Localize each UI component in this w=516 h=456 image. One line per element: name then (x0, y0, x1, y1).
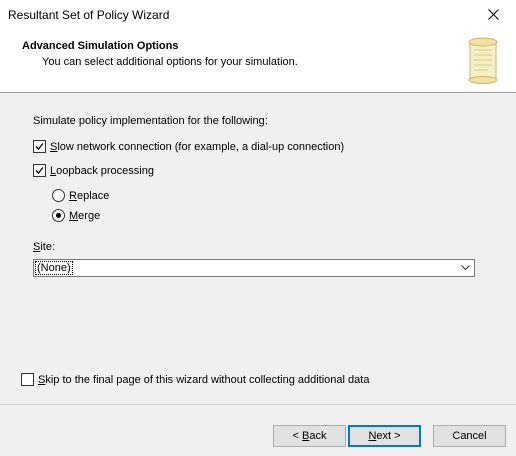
header-title: Advanced Simulation Options (22, 40, 179, 52)
skip-label: Skip to the final page of this wizard wi… (38, 373, 370, 386)
back-accel: B (302, 430, 310, 442)
site-select[interactable]: (None) (33, 259, 475, 277)
back-prefix: < (292, 430, 302, 442)
next-rest: ext > (376, 430, 401, 442)
slow-network-checkbox[interactable]: Slow network connection (for example, a … (33, 140, 344, 153)
back-button[interactable]: < Back (273, 425, 346, 447)
replace-radio[interactable]: Replace (52, 189, 109, 202)
merge-label: Merge (69, 209, 101, 222)
slow-network-box[interactable] (33, 140, 46, 153)
options-intro-text: Simulate policy implementation for the f… (33, 115, 268, 127)
loopback-checkbox[interactable]: Loopback processing (33, 164, 154, 177)
scroll-icon (468, 37, 498, 84)
header-subtitle: You can select additional options for yo… (42, 56, 298, 68)
replace-radio-circle[interactable] (52, 189, 65, 202)
loopback-label: Loopback processing (50, 164, 154, 177)
dropdown-button[interactable] (457, 260, 474, 276)
window-title: Resultant Set of Policy Wizard (8, 8, 170, 22)
options-intro: Simulate policy implementation for the f… (33, 115, 268, 127)
site-select-value: (None) (35, 261, 73, 275)
close-icon (487, 8, 499, 20)
wizard-header: Advanced Simulation Options You can sele… (0, 28, 516, 93)
back-rest: ack (309, 430, 327, 442)
skip-checkbox[interactable]: Skip to the final page of this wizard wi… (21, 373, 369, 386)
chevron-down-icon (461, 265, 470, 271)
merge-radio-circle[interactable] (52, 209, 65, 222)
cancel-label: Cancel (452, 430, 487, 442)
wizard-content: Simulate policy implementation for the f… (0, 93, 516, 403)
title-bar: Resultant Set of Policy Wizard (0, 0, 516, 28)
check-icon (35, 167, 44, 174)
cancel-button[interactable]: Cancel (433, 425, 506, 447)
footer-divider (0, 404, 516, 405)
next-button[interactable]: Next > (348, 425, 421, 447)
loopback-box[interactable] (33, 164, 46, 177)
site-label: Site: (33, 241, 56, 253)
radio-dot (56, 213, 61, 218)
skip-box[interactable] (21, 373, 34, 386)
check-icon (35, 143, 44, 150)
merge-radio[interactable]: Merge (52, 209, 100, 222)
replace-label: Replace (69, 189, 110, 202)
slow-network-label: Slow network connection (for example, a … (50, 140, 345, 153)
next-accel: N (368, 430, 377, 442)
close-button[interactable] (470, 0, 516, 28)
